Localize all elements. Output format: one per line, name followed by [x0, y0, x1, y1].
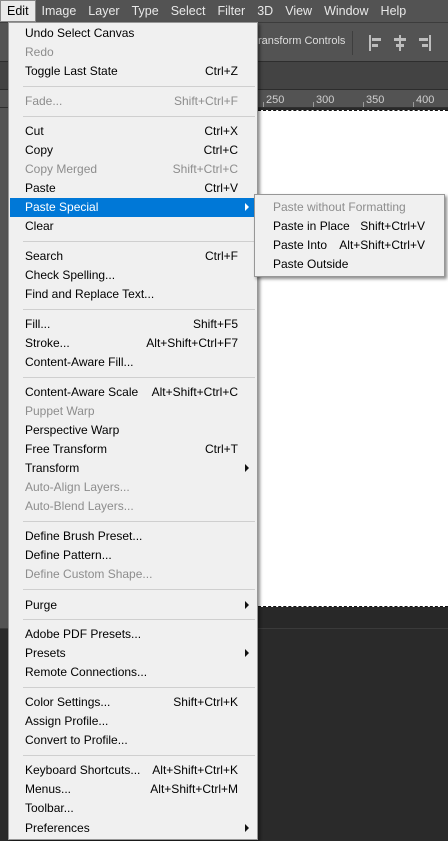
- ruler-tick-label: 250: [266, 94, 285, 106]
- menu-item-free-transform[interactable]: Free Transform Ctrl+T: [10, 440, 256, 459]
- submenu-item-paste-without-formatting: Paste without Formatting: [273, 200, 406, 214]
- menu-item-copy[interactable]: Copy Ctrl+C: [10, 141, 256, 160]
- menu-divider: [23, 589, 255, 590]
- ruler-tick-label: 350: [366, 94, 385, 106]
- vertical-ruler: [0, 108, 8, 628]
- align-left-icon[interactable]: [368, 35, 382, 51]
- menu-item-content-aware-scale[interactable]: Content-Aware Scale Alt+Shift+Ctrl+C: [10, 383, 256, 402]
- menu-layer[interactable]: Layer: [82, 0, 125, 22]
- menu-item-assign-profile[interactable]: Assign Profile...: [10, 712, 256, 731]
- menu-item-search[interactable]: Search Ctrl+F: [10, 247, 256, 266]
- menu-edit[interactable]: Edit: [0, 0, 36, 22]
- menu-item-remote-connections[interactable]: Remote Connections...: [10, 663, 256, 682]
- menu-item-content-aware-fill[interactable]: Content-Aware Fill...: [10, 353, 256, 372]
- menu-item-define-custom-shape: Define Custom Shape...: [25, 567, 153, 581]
- menu-3d[interactable]: 3D: [251, 0, 279, 22]
- menu-help[interactable]: Help: [375, 0, 413, 22]
- ruler-tick-label: 300: [316, 94, 335, 106]
- menu-divider: [23, 309, 255, 310]
- submenu-arrow-icon: [245, 464, 249, 472]
- submenu-item-paste-into[interactable]: Paste Into Alt+Shift+Ctrl+V: [256, 236, 443, 255]
- menu-divider: [23, 86, 255, 87]
- menu-item-check-spelling[interactable]: Check Spelling...: [10, 266, 256, 285]
- menu-item-toolbar[interactable]: Toolbar...: [10, 799, 256, 818]
- menu-item-cut[interactable]: Cut Ctrl+X: [10, 122, 256, 141]
- menu-item-copy-merged: Copy Merged Shift+Ctrl+C: [25, 162, 238, 176]
- menu-divider: [23, 619, 255, 620]
- menu-window[interactable]: Window: [318, 0, 374, 22]
- menu-item-auto-align-layers: Auto-Align Layers...: [25, 480, 130, 494]
- options-separator: [352, 31, 353, 55]
- menu-divider: [23, 687, 255, 688]
- edit-menu-dropdown: Undo Select Canvas Redo Toggle Last Stat…: [8, 22, 258, 840]
- menu-item-define-pattern[interactable]: Define Pattern...: [10, 546, 256, 565]
- document-canvas[interactable]: [258, 110, 448, 607]
- menu-divider: [23, 116, 255, 117]
- align-right-icon[interactable]: [418, 35, 432, 51]
- menu-divider: [23, 377, 255, 378]
- submenu-arrow-icon: [245, 824, 249, 832]
- ruler-tick-label: 400: [416, 94, 435, 106]
- menu-item-purge[interactable]: Purge: [10, 596, 256, 615]
- menu-item-paste[interactable]: Paste Ctrl+V: [10, 179, 256, 198]
- submenu-item-paste-in-place[interactable]: Paste in Place Shift+Ctrl+V: [256, 217, 443, 236]
- menu-divider: [23, 241, 255, 242]
- menu-item-undo[interactable]: Undo Select Canvas: [10, 24, 256, 43]
- menu-select[interactable]: Select: [165, 0, 212, 22]
- align-center-icon[interactable]: [393, 35, 407, 51]
- menu-item-find-replace[interactable]: Find and Replace Text...: [10, 285, 256, 304]
- menu-item-presets[interactable]: Presets: [10, 644, 256, 663]
- menu-item-fade: Fade... Shift+Ctrl+F: [25, 94, 238, 108]
- menu-filter[interactable]: Filter: [211, 0, 251, 22]
- menu-item-menus[interactable]: Menus... Alt+Shift+Ctrl+M: [10, 780, 256, 799]
- submenu-arrow-icon: [245, 203, 249, 211]
- menu-type[interactable]: Type: [126, 0, 165, 22]
- menu-divider: [23, 755, 255, 756]
- menu-item-stroke[interactable]: Stroke... Alt+Shift+Ctrl+F7: [10, 334, 256, 353]
- paste-special-submenu: Paste without Formatting Paste in Place S…: [254, 194, 445, 277]
- menu-view[interactable]: View: [279, 0, 318, 22]
- menu-item-paste-special[interactable]: Paste Special: [10, 198, 256, 217]
- menu-item-toggle-last-state[interactable]: Toggle Last State Ctrl+Z: [10, 62, 256, 81]
- submenu-arrow-icon: [245, 649, 249, 657]
- menu-item-define-brush-preset[interactable]: Define Brush Preset...: [10, 527, 256, 546]
- menu-image[interactable]: Image: [36, 0, 83, 22]
- menu-item-convert-to-profile[interactable]: Convert to Profile...: [10, 731, 256, 750]
- menu-item-transform[interactable]: Transform: [10, 459, 256, 478]
- transform-controls-label[interactable]: ransform Controls: [258, 35, 345, 47]
- menu-item-redo: Redo: [25, 45, 54, 59]
- submenu-item-paste-outside[interactable]: Paste Outside: [256, 255, 443, 274]
- menu-item-auto-blend-layers: Auto-Blend Layers...: [25, 499, 134, 513]
- menu-item-perspective-warp[interactable]: Perspective Warp: [10, 421, 256, 440]
- menu-item-color-settings[interactable]: Color Settings... Shift+Ctrl+K: [10, 693, 256, 712]
- menu-item-preferences[interactable]: Preferences: [10, 819, 256, 838]
- menu-divider: [23, 521, 255, 522]
- menu-item-clear[interactable]: Clear: [10, 217, 256, 236]
- menu-item-adobe-pdf-presets[interactable]: Adobe PDF Presets...: [10, 625, 256, 644]
- menu-item-puppet-warp: Puppet Warp: [25, 404, 95, 418]
- submenu-arrow-icon: [245, 601, 249, 609]
- menu-bar: Edit Image Layer Type Select Filter 3D V…: [0, 0, 448, 22]
- menu-item-keyboard-shortcuts[interactable]: Keyboard Shortcuts... Alt+Shift+Ctrl+K: [10, 761, 256, 780]
- menu-item-fill[interactable]: Fill... Shift+F5: [10, 315, 256, 334]
